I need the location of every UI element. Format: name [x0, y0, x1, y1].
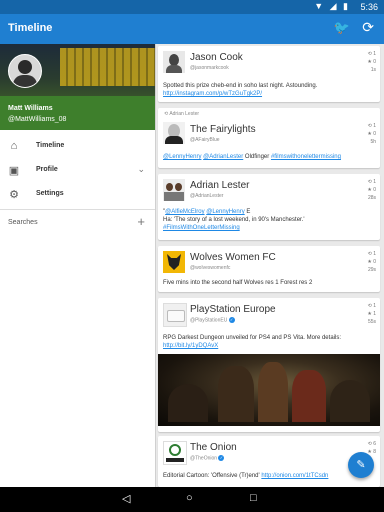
tweet-author-handle: @PlayStationEU ✓ [190, 317, 235, 324]
tweet-link[interactable]: http://instagram.com/p/wTzGuTgk2P/ [163, 91, 262, 97]
tweet-stats: ⟲ 1 ★ 0 29s [367, 251, 376, 273]
tweet-author-handle: @jasonmarkcook [190, 65, 229, 71]
avatar[interactable] [163, 122, 185, 144]
back-icon[interactable]: ◁ [122, 492, 130, 505]
page-title: Timeline [8, 22, 53, 34]
tweet-author-name: Adrian Lester [190, 180, 250, 191]
tweet-author-handle: @TheOnion ✓ [190, 455, 225, 462]
tweet-author-handle: @wolveswomenfc [190, 265, 231, 271]
refresh-icon[interactable]: ⟳ [362, 19, 374, 36]
avatar[interactable] [163, 179, 185, 201]
verified-badge-icon: ✓ [228, 317, 235, 323]
status-icons: ▼ ◢ ▮ [314, 1, 350, 11]
gear-icon: ⚙ [9, 189, 19, 201]
tweet-text: Editorial Cartoon: 'Offensive (Tr)end' h… [163, 473, 329, 479]
tweet-card[interactable]: Jason Cook @jasonmarkcook ⟲ 1 ★ 0 1s Spott… [158, 46, 380, 102]
sidebar-item-label: Profile [36, 166, 58, 173]
tweet-media-image[interactable] [158, 354, 380, 426]
searches-label: Searches [8, 219, 38, 226]
tweet-card[interactable]: Wolves Women FC @wolveswomenfc ⟲ 1 ★ 0 29s… [158, 246, 380, 292]
tweet-author-name: Jason Cook [190, 52, 243, 63]
status-bar: ▼ ◢ ▮ 5:36 [0, 0, 384, 14]
status-time: 5:36 [360, 2, 378, 12]
drawer-user-handle: @MattWilliams_08 [8, 116, 67, 123]
tweet-stats: ⟲ 1 ★ 0 28s [367, 179, 376, 201]
drawer-header: Matt Williams @MattWilliams_08 [0, 44, 155, 130]
tweet-author-name: PlayStation Europe [190, 304, 276, 315]
add-search-icon[interactable]: + [137, 214, 145, 229]
sidebar-item-profile[interactable]: ▣ Profile ⌄ [0, 160, 155, 182]
home-icon: ⌂ [10, 140, 18, 152]
account-box-icon: ▣ [8, 165, 20, 177]
compose-tweet-button[interactable]: ✎ [348, 452, 374, 478]
stadium-pitch-image [0, 96, 155, 130]
tweet-stats: ⟲ 1 ★ 0 1s [367, 51, 376, 73]
tweet-author-name: The Fairylights [190, 124, 256, 135]
tweet-stats: ⟲ 1 ★ 0 5h [367, 123, 376, 145]
recents-icon[interactable]: □ [250, 492, 257, 504]
tweet-card[interactable]: Adrian Lester @AdrianLester ⟲ 1 ★ 0 28s "@… [158, 174, 380, 240]
twitter-bird-icon[interactable]: 🐦 [334, 20, 350, 36]
system-nav-bar: ◁ ○ □ [0, 487, 384, 512]
tweet-card[interactable]: ⟲ Adrian Lester The Fairylights @AFairyB… [158, 108, 380, 168]
tweet-link[interactable]: http://bit.ly/1yDQAvX [163, 343, 218, 349]
tweet-link[interactable]: http://onion.com/1tTCsdn [261, 473, 328, 479]
tweet-author-name: Wolves Women FC [190, 252, 276, 263]
avatar[interactable] [163, 303, 187, 327]
stadium-stand-image [60, 48, 155, 86]
drawer-user-name: Matt Williams [8, 105, 53, 112]
chevron-down-icon[interactable]: ⌄ [137, 164, 145, 175]
sidebar-item-label: Settings [36, 190, 64, 197]
tweet-text: Spotted this prize cheb-end in soho last… [163, 83, 318, 97]
tweet-card[interactable]: PlayStation Europe @PlayStationEU ✓ ⟲ 1 ★… [158, 298, 380, 432]
tweet-author-handle: @AdrianLester [190, 193, 224, 199]
retweeted-by: ⟲ Adrian Lester [164, 111, 200, 117]
avatar[interactable] [163, 441, 187, 465]
tweet-author-name: The Onion [190, 442, 237, 453]
tweet-text: "@AlfieMcElroy @LennyHenry E Ha: 'The st… [163, 209, 305, 231]
sidebar-item-timeline[interactable]: ⌂ Timeline [0, 136, 155, 158]
tweet-stats: ⟲ 1 ★ 1 55s [367, 303, 376, 325]
home-nav-icon[interactable]: ○ [186, 492, 193, 504]
tweet-text: @LennyHenry @AdrianLester Oldfinger #fil… [163, 154, 341, 160]
tweet-card[interactable]: The Onion @TheOnion ✓ ⟲ 6 ★ 8 Editorial C… [158, 436, 380, 487]
tweet-author-handle: @AFairyBlue [190, 137, 220, 143]
sidebar-item-settings[interactable]: ⚙ Settings [0, 184, 155, 206]
tweet-text: Five mins into the second half Wolves re… [163, 280, 313, 286]
app-bar: Timeline 🐦 ⟳ [0, 14, 384, 44]
avatar[interactable] [163, 51, 185, 73]
compose-pencil-icon: ✎ [356, 459, 366, 471]
sidebar-item-label: Timeline [36, 142, 65, 149]
verified-badge-icon: ✓ [218, 455, 225, 461]
avatar[interactable] [8, 54, 42, 88]
tweet-text: RPG Darkest Dungeon unveiled for PS4 and… [163, 335, 341, 349]
navigation-drawer: Matt Williams @MattWilliams_08 ⌂ Timelin… [0, 44, 156, 487]
avatar[interactable] [163, 251, 185, 273]
drawer-divider [0, 209, 155, 210]
